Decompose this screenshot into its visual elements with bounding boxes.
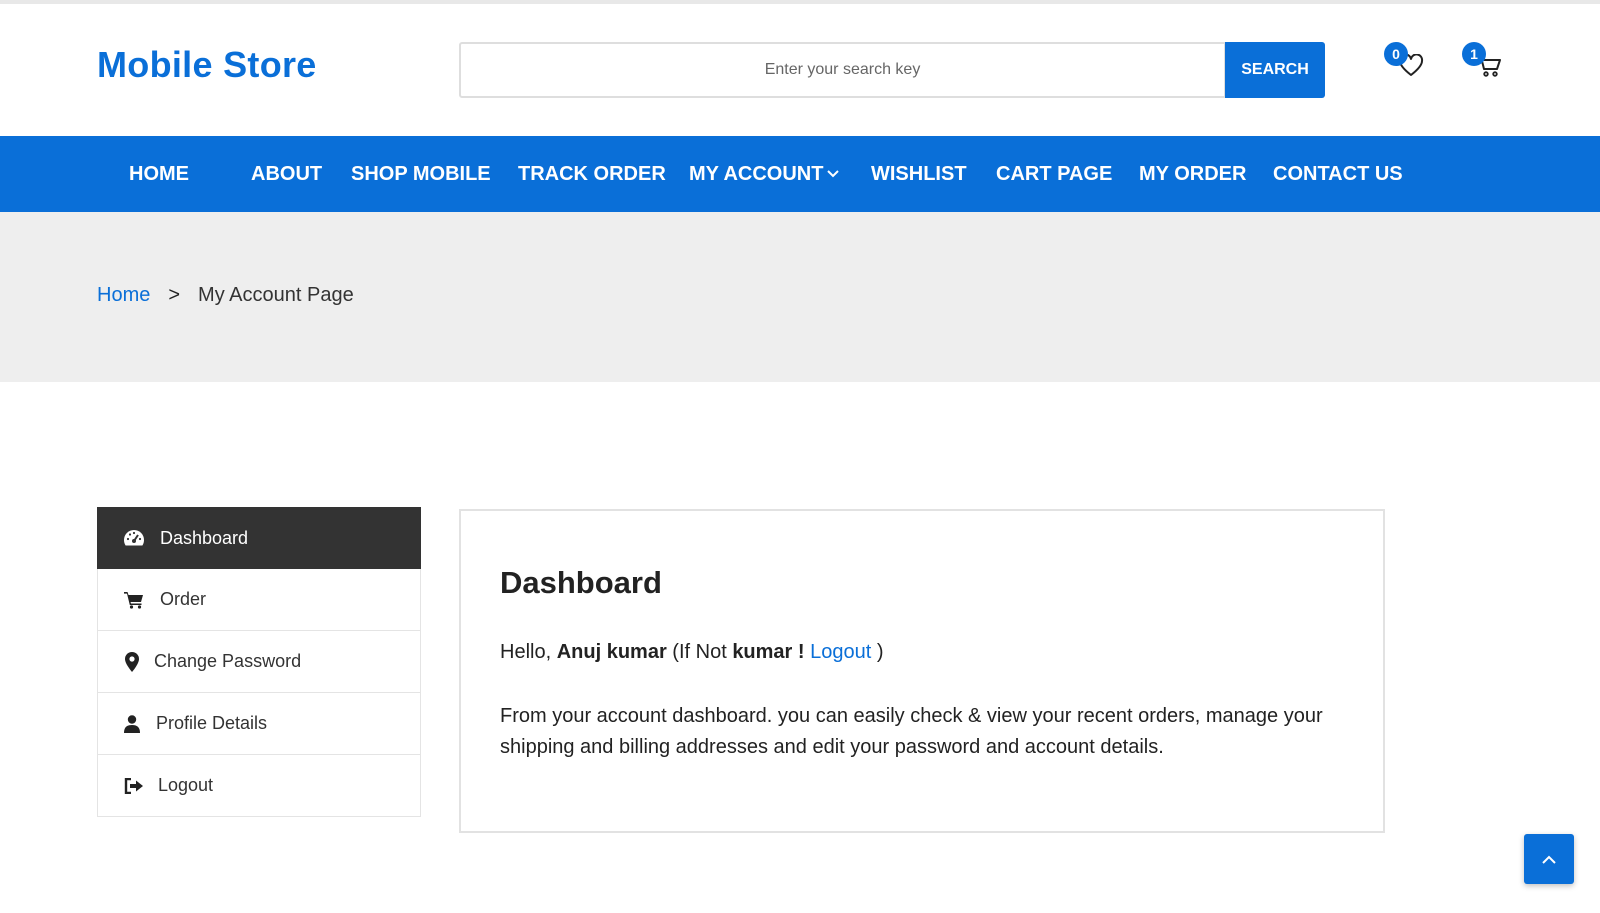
cart-icon: [122, 588, 146, 612]
search-box: [459, 42, 1226, 98]
nav-home[interactable]: HOME: [129, 136, 189, 212]
greeting-logout-link[interactable]: Logout: [810, 641, 871, 663]
dashboard-title: Dashboard: [500, 565, 662, 600]
sidebar-item-dashboard[interactable]: Dashboard: [97, 507, 421, 569]
dashboard-gauge-icon: [122, 526, 146, 550]
dashboard-panel: Dashboard Hello, Anuj kumar (If Not kuma…: [459, 509, 1385, 833]
nav-contact-us[interactable]: CONTACT US: [1273, 136, 1403, 212]
sidebar-item-label: Change Password: [154, 651, 302, 671]
greeting-prefix: Hello,: [500, 641, 552, 663]
nav-cart-page[interactable]: CART PAGE: [996, 136, 1112, 212]
user-icon: [120, 712, 144, 736]
greeting-line: Hello, Anuj kumar (If Not kumar ! Logout…: [500, 641, 884, 664]
nav-shop-mobile[interactable]: SHOP MOBILE: [351, 136, 491, 212]
nav-wishlist[interactable]: WISHLIST: [871, 136, 967, 212]
sidebar-item-label: Order: [160, 589, 207, 609]
breadcrumb-current: My Account Page: [198, 284, 354, 306]
breadcrumb: Home > My Account Page: [97, 284, 354, 307]
sidebar-item-label: Profile Details: [156, 713, 268, 733]
user-name: Anuj kumar: [556, 641, 667, 663]
breadcrumb-banner: Home > My Account Page: [0, 212, 1600, 382]
back-to-top-button[interactable]: [1524, 834, 1574, 884]
dashboard-description: From your account dashboard. you can eas…: [500, 705, 1323, 758]
breadcrumb-separator: >: [168, 284, 181, 306]
sign-out-icon: [122, 774, 146, 798]
chevron-down-icon: [827, 170, 840, 178]
site-logo[interactable]: Mobile Store: [97, 44, 317, 86]
breadcrumb-home-link[interactable]: Home: [97, 284, 150, 307]
sidebar-item-change-password[interactable]: Change Password: [97, 631, 421, 693]
nav-my-account[interactable]: MY ACCOUNT: [689, 136, 840, 212]
main-nav: HOME ABOUT SHOP MOBILE TRACK ORDER MY AC…: [0, 136, 1600, 212]
cart-button[interactable]: 1: [1462, 42, 1506, 82]
greeting-close-paren: ): [876, 641, 884, 663]
map-marker-icon: [120, 650, 144, 674]
nav-track-order[interactable]: TRACK ORDER: [518, 136, 666, 212]
nav-about[interactable]: ABOUT: [251, 136, 322, 212]
wishlist-button[interactable]: 0: [1384, 42, 1428, 82]
sidebar-item-label: Logout: [158, 775, 214, 795]
wishlist-count-badge: 0: [1384, 42, 1408, 66]
sidebar-item-order[interactable]: Order: [97, 569, 421, 631]
sidebar-item-logout[interactable]: Logout: [97, 755, 421, 817]
account-sidebar: Dashboard Order Change Password Profile …: [97, 507, 421, 817]
nav-my-order[interactable]: MY ORDER: [1139, 136, 1246, 212]
nav-my-account-label: MY ACCOUNT: [689, 162, 824, 185]
search-button[interactable]: SEARCH: [1225, 42, 1325, 98]
sidebar-item-profile-details[interactable]: Profile Details: [97, 693, 421, 755]
site-header: Mobile Store SEARCH 0 1: [0, 4, 1600, 136]
user-short-name: kumar !: [732, 641, 805, 663]
greeting-if-not: (If Not: [672, 641, 727, 663]
search-input[interactable]: [461, 44, 1224, 96]
chevron-up-icon: [1542, 855, 1556, 864]
cart-count-badge: 1: [1462, 42, 1486, 66]
sidebar-item-label: Dashboard: [160, 527, 249, 548]
